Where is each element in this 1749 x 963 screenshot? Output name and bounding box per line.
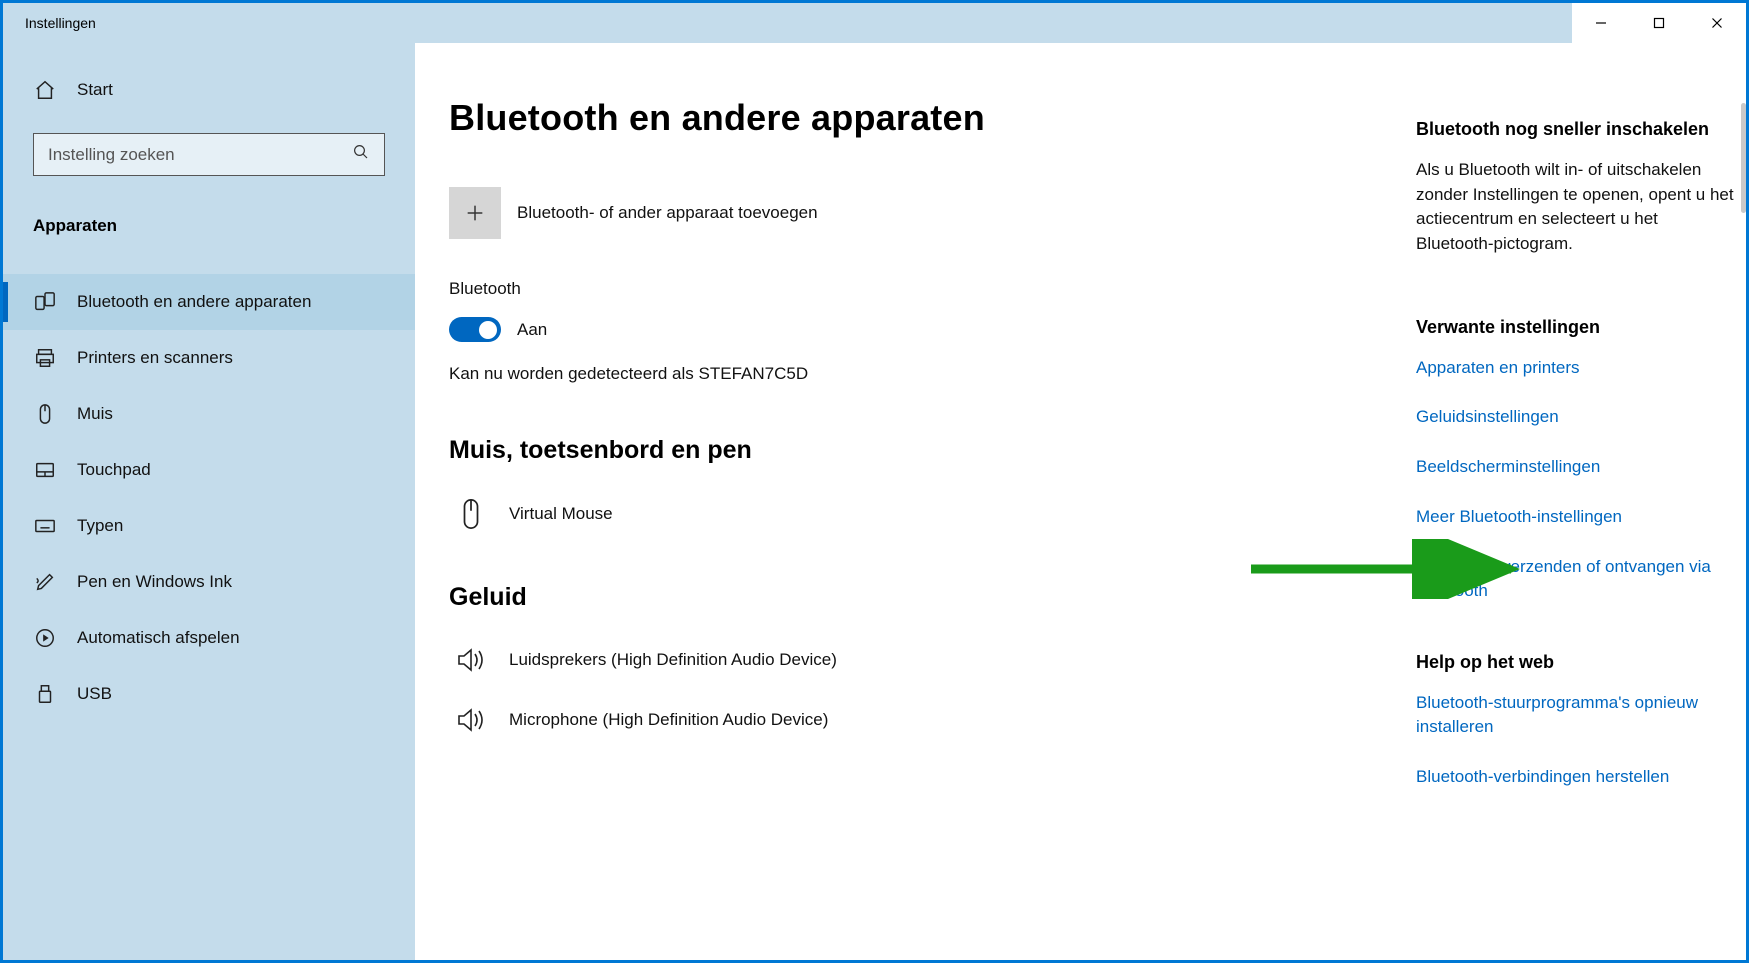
search-icon [352, 143, 370, 166]
detectable-text: Kan nu worden gedetecteerd als STEFAN7C5… [449, 364, 1376, 384]
link-reinstall-drivers[interactable]: Bluetooth-stuurprogramma's opnieuw insta… [1416, 691, 1734, 739]
link-sound-settings[interactable]: Geluidsinstellingen [1416, 405, 1734, 429]
device-label: Luidsprekers (High Definition Audio Devi… [509, 650, 837, 670]
printer-icon [33, 347, 57, 369]
link-repair-connections[interactable]: Bluetooth-verbindingen herstellen [1416, 765, 1734, 789]
toggle-knob [479, 321, 497, 339]
settings-window: Instellingen Start [3, 3, 1746, 960]
bluetooth-label: Bluetooth [449, 279, 1376, 299]
search-input[interactable] [48, 145, 352, 165]
related-links: Apparaten en printers Geluidsinstellinge… [1416, 356, 1734, 603]
nav-list: Bluetooth en andere apparaten Printers e… [3, 274, 415, 722]
content-main: Bluetooth en andere apparaten Bluetooth-… [415, 43, 1416, 960]
toggle-state-label: Aan [517, 320, 547, 340]
sidebar-item-label: USB [77, 684, 112, 704]
device-label: Virtual Mouse [509, 504, 613, 524]
right-pane: Bluetooth nog sneller inschakelen Als u … [1416, 43, 1746, 960]
link-more-bluetooth[interactable]: Meer Bluetooth-instellingen [1416, 505, 1734, 529]
maximize-button[interactable] [1630, 3, 1688, 43]
sidebar-item-label: Pen en Windows Ink [77, 572, 232, 592]
add-device-button[interactable]: Bluetooth- of ander apparaat toevoegen [449, 187, 1376, 239]
section-mouse-heading: Muis, toetsenbord en pen [449, 436, 1376, 465]
touchpad-icon [33, 459, 57, 481]
bluetooth-devices-icon [33, 291, 57, 313]
mouse-icon [449, 497, 493, 531]
page-title: Bluetooth en andere apparaten [449, 97, 1376, 139]
bluetooth-toggle[interactable] [449, 317, 501, 342]
sidebar-item-touchpad[interactable]: Touchpad [3, 442, 415, 498]
sidebar-item-printers[interactable]: Printers en scanners [3, 330, 415, 386]
search-container [3, 133, 415, 176]
sidebar-item-usb[interactable]: USB [3, 666, 415, 722]
help-links: Bluetooth-stuurprogramma's opnieuw insta… [1416, 691, 1734, 788]
sidebar-item-label: Automatisch afspelen [77, 628, 240, 648]
minimize-button[interactable] [1572, 3, 1630, 43]
sidebar-item-autoplay[interactable]: Automatisch afspelen [3, 610, 415, 666]
device-label: Microphone (High Definition Audio Device… [509, 710, 828, 730]
device-row[interactable]: Microphone (High Definition Audio Device… [449, 696, 1376, 744]
tip-heading: Bluetooth nog sneller inschakelen [1416, 119, 1734, 140]
autoplay-icon [33, 627, 57, 649]
tip-text: Als u Bluetooth wilt in- of uitschakelen… [1416, 158, 1734, 257]
content: Bluetooth en andere apparaten Bluetooth-… [415, 43, 1746, 960]
window-controls [1572, 3, 1746, 43]
sidebar: Start Apparaten Bluetooth en andere appa… [3, 43, 415, 960]
search-box[interactable] [33, 133, 385, 176]
keyboard-icon [33, 515, 57, 537]
home-button[interactable]: Start [3, 69, 415, 111]
sidebar-item-label: Touchpad [77, 460, 151, 480]
help-heading: Help op het web [1416, 652, 1734, 673]
sidebar-item-label: Typen [77, 516, 123, 536]
main-area: Start Apparaten Bluetooth en andere appa… [3, 43, 1746, 960]
sidebar-item-mouse[interactable]: Muis [3, 386, 415, 442]
titlebar: Instellingen [3, 3, 1746, 43]
link-send-receive-bluetooth[interactable]: Bestanden verzenden of ontvangen via Blu… [1416, 555, 1734, 603]
add-device-label: Bluetooth- of ander apparaat toevoegen [517, 203, 818, 223]
home-label: Start [77, 80, 113, 100]
home-icon [33, 79, 57, 101]
sidebar-item-label: Printers en scanners [77, 348, 233, 368]
sidebar-item-label: Muis [77, 404, 113, 424]
link-devices-printers[interactable]: Apparaten en printers [1416, 356, 1734, 380]
speaker-icon [449, 704, 493, 736]
sidebar-item-pen[interactable]: Pen en Windows Ink [3, 554, 415, 610]
bluetooth-toggle-row: Aan [449, 317, 1376, 342]
window-title: Instellingen [3, 15, 1572, 31]
scrollbar[interactable] [1741, 103, 1746, 213]
sidebar-item-bluetooth[interactable]: Bluetooth en andere apparaten [3, 274, 415, 330]
related-heading: Verwante instellingen [1416, 317, 1734, 338]
device-row[interactable]: Virtual Mouse [449, 489, 1376, 539]
sidebar-item-label: Bluetooth en andere apparaten [77, 292, 311, 312]
pen-icon [33, 571, 57, 593]
device-row[interactable]: Luidsprekers (High Definition Audio Devi… [449, 636, 1376, 684]
mouse-icon [33, 403, 57, 425]
link-display-settings[interactable]: Beeldscherminstellingen [1416, 455, 1734, 479]
usb-icon [33, 683, 57, 705]
sidebar-item-typing[interactable]: Typen [3, 498, 415, 554]
section-audio-heading: Geluid [449, 583, 1376, 612]
close-button[interactable] [1688, 3, 1746, 43]
plus-icon [449, 187, 501, 239]
category-title: Apparaten [3, 206, 415, 246]
speaker-icon [449, 644, 493, 676]
